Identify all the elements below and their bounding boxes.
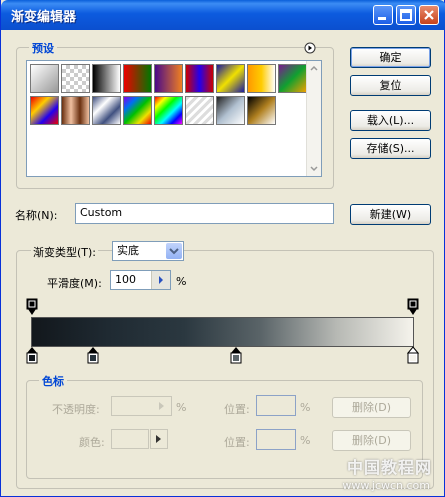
opacity-stop-left[interactable] bbox=[26, 298, 38, 316]
location-input-opacity[interactable] bbox=[256, 395, 296, 416]
gradient-type-select[interactable]: 实底 bbox=[112, 241, 184, 261]
name-label: 名称(N): bbox=[15, 209, 58, 222]
load-button[interactable]: 载入(L)... bbox=[350, 110, 431, 131]
minimize-icon bbox=[378, 17, 386, 20]
play-arrow-icon bbox=[156, 435, 161, 443]
location-percent-opacity: % bbox=[300, 401, 311, 414]
watermark-text: 中国教程网 bbox=[346, 458, 432, 477]
preset-swatch[interactable] bbox=[154, 64, 183, 93]
color-stop-2[interactable] bbox=[87, 346, 99, 364]
color-label: 颜色: bbox=[79, 436, 105, 449]
preset-swatch[interactable] bbox=[247, 64, 276, 93]
preset-swatch[interactable] bbox=[61, 96, 90, 125]
gradient-editor-window: 渐变编辑器 预设 确定 复位 载入(L)... 存储(S)... 名称(N): … bbox=[0, 0, 445, 497]
smoothness-input[interactable]: 100 bbox=[110, 270, 171, 290]
minimize-button[interactable] bbox=[373, 5, 393, 25]
preset-swatch-list bbox=[26, 60, 322, 177]
chevron-down-icon bbox=[169, 248, 179, 255]
location-percent-color: % bbox=[300, 434, 311, 447]
smoothness-percent: % bbox=[176, 275, 187, 288]
smoothness-label: 平滑度(M): bbox=[47, 277, 102, 290]
opacity-input[interactable] bbox=[111, 396, 172, 416]
preset-swatch[interactable] bbox=[247, 96, 276, 125]
location-label-color: 位置: bbox=[224, 436, 250, 449]
scroll-up-icon[interactable] bbox=[308, 62, 320, 75]
gradient-type-value: 实底 bbox=[117, 244, 139, 257]
location-input-color[interactable] bbox=[256, 429, 296, 450]
new-button[interactable]: 新建(W) bbox=[350, 204, 431, 225]
preset-swatch[interactable] bbox=[123, 96, 152, 125]
preset-swatch[interactable] bbox=[92, 96, 121, 125]
preset-swatch[interactable] bbox=[30, 96, 59, 125]
preset-swatch[interactable] bbox=[61, 64, 90, 93]
title-bar[interactable]: 渐变编辑器 bbox=[1, 0, 445, 30]
dropdown-arrow[interactable] bbox=[166, 243, 182, 259]
color-swatch[interactable] bbox=[111, 429, 149, 449]
location-label-opacity: 位置: bbox=[224, 403, 250, 416]
preset-swatch[interactable] bbox=[185, 96, 214, 125]
opacity-label: 不透明度: bbox=[52, 403, 100, 416]
stops-legend: 色标 bbox=[39, 373, 67, 389]
maximize-button[interactable] bbox=[396, 5, 416, 25]
preset-swatch[interactable] bbox=[185, 64, 214, 93]
play-arrow-icon bbox=[159, 276, 163, 284]
delete-color-stop-button[interactable]: 删除(D) bbox=[332, 430, 411, 451]
play-arrow-icon bbox=[159, 402, 164, 410]
opacity-percent: % bbox=[176, 401, 187, 414]
color-stop-3[interactable] bbox=[230, 346, 242, 364]
color-stop-4[interactable] bbox=[407, 346, 419, 364]
ok-button[interactable]: 确定 bbox=[350, 47, 431, 68]
swatch-scrollbar[interactable] bbox=[306, 61, 321, 176]
window-title: 渐变编辑器 bbox=[11, 10, 77, 25]
opacity-stop-right[interactable] bbox=[407, 298, 419, 316]
delete-opacity-stop-button[interactable]: 删除(D) bbox=[332, 397, 411, 418]
preset-swatch[interactable] bbox=[123, 64, 152, 93]
name-input[interactable]: Custom bbox=[75, 203, 334, 224]
scroll-down-icon[interactable] bbox=[308, 162, 320, 175]
presets-legend: 预设 bbox=[29, 40, 57, 56]
reset-button[interactable]: 复位 bbox=[350, 75, 431, 96]
close-icon bbox=[424, 10, 434, 20]
color-stop-1[interactable] bbox=[26, 346, 38, 364]
preset-swatch[interactable] bbox=[154, 96, 183, 125]
close-button[interactable] bbox=[419, 5, 439, 25]
preset-swatch[interactable] bbox=[216, 64, 245, 93]
maximize-icon bbox=[400, 9, 412, 21]
preset-swatch[interactable] bbox=[92, 64, 121, 93]
color-menu-button[interactable] bbox=[150, 429, 168, 449]
smoothness-value: 100 bbox=[115, 273, 136, 286]
gradient-preview-bar[interactable] bbox=[31, 317, 414, 347]
preset-swatch[interactable] bbox=[278, 64, 307, 93]
smoothness-popup-button[interactable] bbox=[151, 271, 170, 289]
save-button[interactable]: 存储(S)... bbox=[350, 138, 431, 159]
gradient-type-label: 渐变类型(T): bbox=[31, 244, 99, 260]
preset-swatch[interactable] bbox=[216, 96, 245, 125]
preset-swatch[interactable] bbox=[30, 64, 59, 93]
watermark-url: www.jcwcn.com bbox=[342, 479, 430, 492]
circle-arrow-icon[interactable] bbox=[304, 42, 316, 54]
